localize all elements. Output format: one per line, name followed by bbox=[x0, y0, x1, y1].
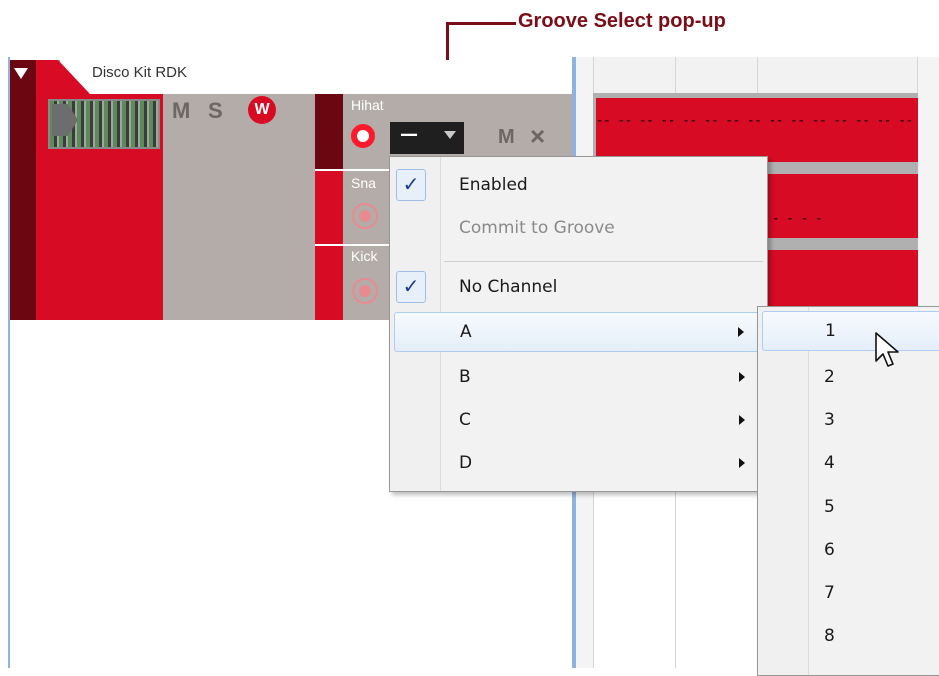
submenu-item-8[interactable]: 8 bbox=[758, 616, 939, 656]
submenu-arrow-icon bbox=[739, 415, 745, 425]
menu-item-label: No Channel bbox=[459, 277, 558, 297]
record-arm-icon[interactable] bbox=[352, 278, 378, 304]
lane-mute-button[interactable]: M bbox=[498, 126, 515, 149]
submenu-item-label: 8 bbox=[824, 626, 835, 646]
menu-item-no-channel[interactable]: ✓ No Channel bbox=[390, 267, 767, 307]
menu-item-channel-c[interactable]: C bbox=[390, 400, 767, 440]
clip-hihat[interactable]: -- -- -- -- -- -- -- -- -- -- -- -- -- -… bbox=[596, 98, 918, 162]
track-name[interactable]: Disco Kit RDK bbox=[92, 64, 187, 81]
track-strip-dark bbox=[10, 60, 36, 320]
submenu-item-label: 2 bbox=[824, 367, 835, 387]
menu-item-channel-d[interactable]: D bbox=[390, 443, 767, 483]
submenu-arrow-icon bbox=[739, 458, 745, 468]
record-arm-icon[interactable] bbox=[351, 124, 375, 148]
lane-label-kick: Kick bbox=[351, 248, 378, 264]
menu-item-enabled[interactable]: ✓ Enabled bbox=[390, 165, 767, 205]
submenu-item-4[interactable]: 4 bbox=[758, 443, 939, 483]
chevron-down-icon bbox=[444, 131, 456, 139]
menu-item-label: D bbox=[459, 453, 473, 473]
record-arm-icon[interactable] bbox=[352, 203, 378, 229]
submenu-item-label: 5 bbox=[824, 497, 835, 517]
check-icon: ✓ bbox=[396, 271, 426, 303]
submenu-item-1[interactable]: 1 bbox=[762, 311, 939, 351]
lane-label-hihat: Hihat bbox=[351, 97, 384, 113]
track-mute-button[interactable]: M bbox=[172, 98, 190, 124]
groove-select-menu: ✓ Enabled Commit to Groove ✓ No Channel … bbox=[389, 156, 768, 492]
channel-submenu: 1 2 3 4 5 6 7 8 bbox=[757, 306, 939, 676]
groove-select-button[interactable]: — bbox=[390, 122, 464, 154]
menu-item-commit-to-groove: Commit to Groove bbox=[390, 208, 767, 248]
submenu-arrow-icon bbox=[738, 327, 744, 337]
annotation-leader-horizontal bbox=[446, 22, 516, 25]
submenu-item-label: 7 bbox=[824, 583, 835, 603]
menu-item-label: B bbox=[459, 367, 471, 387]
submenu-item-6[interactable]: 6 bbox=[758, 530, 939, 570]
collapse-triangle-icon[interactable] bbox=[14, 68, 28, 79]
submenu-item-2[interactable]: 2 bbox=[758, 357, 939, 397]
clip-hihat-notes: -- -- -- -- -- -- -- -- -- -- -- -- -- -… bbox=[596, 114, 914, 128]
submenu-item-label: 6 bbox=[824, 540, 835, 560]
menu-item-label: Commit to Groove bbox=[459, 218, 615, 238]
menu-item-channel-a[interactable]: A bbox=[394, 312, 763, 352]
waveform-icon[interactable]: W bbox=[248, 96, 276, 124]
menu-item-channel-b[interactable]: B bbox=[390, 357, 767, 397]
submenu-item-5[interactable]: 5 bbox=[758, 487, 939, 527]
lane-label-snare: Sna bbox=[351, 175, 376, 191]
submenu-item-label: 4 bbox=[824, 453, 835, 473]
lane-remove-button[interactable]: × bbox=[530, 121, 545, 152]
clip-snare-notes: - - - - bbox=[772, 212, 823, 226]
menu-item-label: Enabled bbox=[459, 175, 528, 195]
submenu-item-label: 1 bbox=[825, 321, 836, 341]
lane-hihat-color bbox=[315, 94, 343, 170]
menu-item-label: C bbox=[459, 410, 471, 430]
submenu-arrow-icon bbox=[739, 372, 745, 382]
groove-select-annotation-label: Groove Select pop-up bbox=[518, 10, 726, 32]
menu-item-label: A bbox=[460, 322, 472, 342]
groove-select-value: — bbox=[400, 124, 418, 145]
submenu-item-7[interactable]: 7 bbox=[758, 573, 939, 613]
submenu-item-3[interactable]: 3 bbox=[758, 400, 939, 440]
mouse-cursor-icon bbox=[875, 332, 899, 367]
submenu-item-label: 3 bbox=[824, 410, 835, 430]
check-icon: ✓ bbox=[396, 169, 426, 201]
track-solo-button[interactable]: S bbox=[208, 98, 223, 124]
menu-separator bbox=[444, 261, 763, 262]
